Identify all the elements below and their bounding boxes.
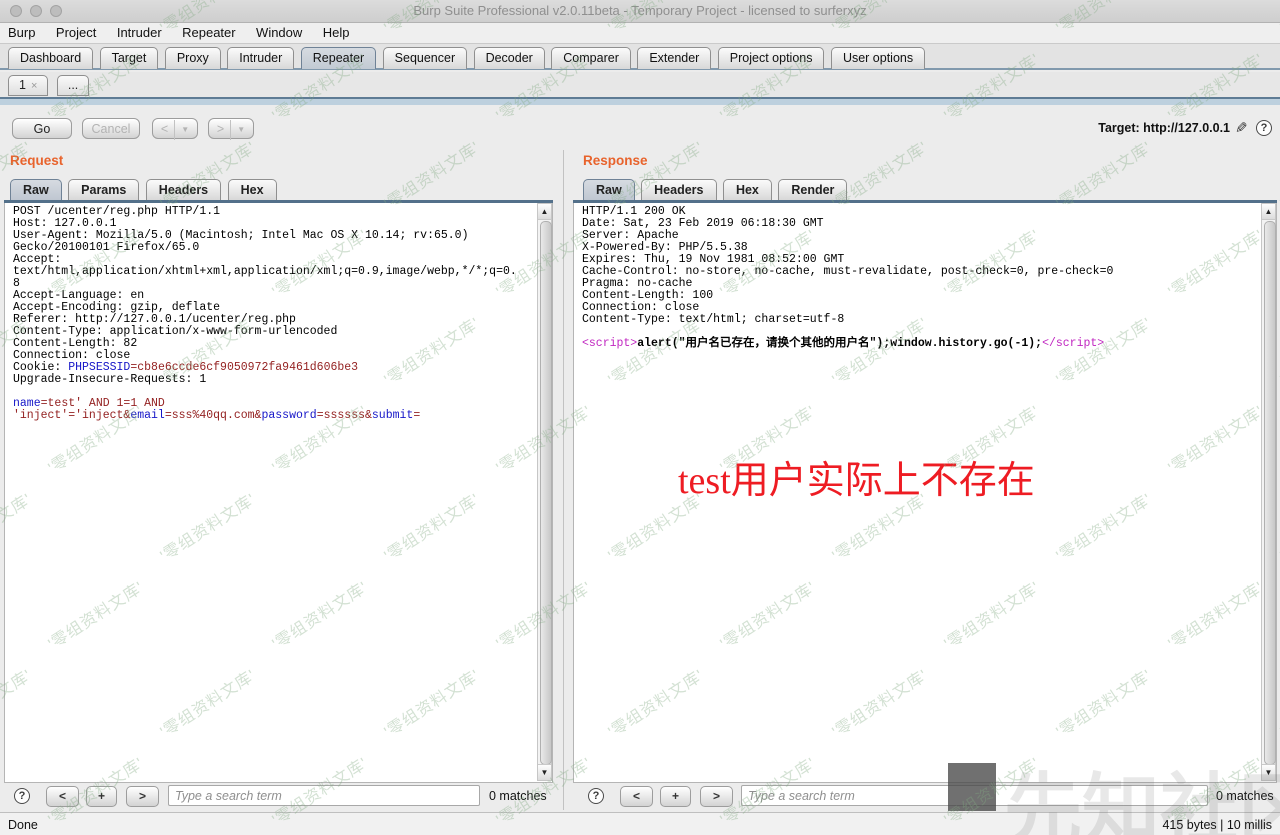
status-done: Done (8, 818, 38, 832)
help-icon[interactable]: ? (1256, 120, 1272, 136)
caret-down-icon[interactable]: ▼ (230, 120, 245, 140)
status-metrics: 415 bytes | 10 millis (1162, 818, 1272, 832)
request-search-matches: 0 matches (489, 789, 547, 803)
repeater-tab-1[interactable]: 1× (8, 75, 48, 96)
response-search-input[interactable] (741, 785, 1208, 806)
close-tab-icon[interactable]: × (31, 80, 37, 92)
menu-burp[interactable]: Burp (0, 23, 43, 40)
tab-decoder[interactable]: Decoder (474, 47, 545, 69)
response-panel-title: Response (583, 153, 648, 168)
main-tab-bar: Dashboard Target Proxy Intruder Repeater… (0, 44, 1280, 70)
response-tab-raw[interactable]: Raw (583, 179, 635, 200)
response-tab-render[interactable]: Render (778, 179, 847, 200)
tab-extender[interactable]: Extender (637, 47, 711, 69)
window-titlebar: Burp Suite Professional v2.0.11beta - Te… (0, 0, 1280, 23)
response-search-matches: 0 matches (1216, 789, 1274, 803)
request-tab-params[interactable]: Params (68, 179, 139, 200)
scroll-down-icon[interactable]: ▼ (538, 764, 551, 780)
repeater-tab-1-label: 1 (19, 78, 26, 92)
response-scrollbar[interactable]: ▲ ▼ (1261, 203, 1276, 781)
go-button[interactable]: Go (12, 118, 72, 139)
repeater-tab-bar: 1× ... (0, 72, 1280, 97)
history-forward-button[interactable]: >▼ (208, 118, 254, 139)
cancel-button[interactable]: Cancel (82, 118, 140, 139)
response-search-add-button[interactable]: + (660, 786, 691, 807)
request-editor-tabs: Raw Params Headers Hex (10, 176, 279, 200)
tab-comparer[interactable]: Comparer (551, 47, 631, 69)
response-tab-hex[interactable]: Hex (723, 179, 772, 200)
response-tab-headers[interactable]: Headers (641, 179, 716, 200)
scroll-up-icon[interactable]: ▲ (538, 204, 551, 220)
burp-suite-window: Burp Suite Professional v2.0.11beta - Te… (0, 0, 1280, 835)
target-value: http://127.0.0.1 (1143, 121, 1230, 135)
request-tab-raw[interactable]: Raw (10, 179, 62, 200)
target-row: Target: http://127.0.0.1 (1098, 121, 1230, 135)
annotation-text: test用户实际上不存在 (678, 449, 1035, 504)
request-search-next-button[interactable]: > (126, 786, 159, 807)
caret-down-icon[interactable]: ▼ (174, 120, 189, 140)
http-request-text: POST /ucenter/reg.php HTTP/1.1Host: 127.… (13, 206, 532, 422)
menu-intruder[interactable]: Intruder (109, 23, 170, 40)
request-tab-headers[interactable]: Headers (146, 179, 221, 200)
window-title: Burp Suite Professional v2.0.11beta - Te… (0, 3, 1280, 18)
scroll-down-icon[interactable]: ▼ (1262, 764, 1275, 780)
http-response-text: HTTP/1.1 200 OKDate: Sat, 23 Feb 2019 06… (582, 206, 1256, 350)
repeater-tab-band (0, 97, 1280, 105)
search-help-icon[interactable]: ? (588, 788, 604, 804)
menu-window[interactable]: Window (248, 23, 310, 40)
target-label: Target: (1098, 121, 1139, 135)
back-arrow-icon: < (161, 122, 168, 136)
tab-intruder[interactable]: Intruder (227, 47, 294, 69)
menu-bar: Burp Project Intruder Repeater Window He… (0, 23, 1280, 44)
edit-target-icon[interactable]: ✎ (1235, 119, 1248, 137)
tab-dashboard[interactable]: Dashboard (8, 47, 93, 69)
status-bar: Done 415 bytes | 10 millis (0, 812, 1280, 835)
request-scrollbar-thumb[interactable] (540, 221, 552, 765)
request-search-prev-button[interactable]: < (46, 786, 79, 807)
response-search-next-button[interactable]: > (700, 786, 733, 807)
tab-repeater[interactable]: Repeater (301, 47, 376, 69)
response-editor[interactable]: HTTP/1.1 200 OKDate: Sat, 23 Feb 2019 06… (573, 203, 1277, 783)
forward-arrow-icon: > (217, 122, 224, 136)
request-tab-hex[interactable]: Hex (228, 179, 277, 200)
panel-divider[interactable] (563, 150, 564, 810)
repeater-tab-new[interactable]: ... (57, 75, 89, 96)
tab-user-options[interactable]: User options (831, 47, 925, 69)
menu-repeater[interactable]: Repeater (174, 23, 243, 40)
response-search-prev-button[interactable]: < (620, 786, 653, 807)
tab-proxy[interactable]: Proxy (165, 47, 221, 69)
request-search-add-button[interactable]: + (86, 786, 117, 807)
request-panel-title: Request (10, 153, 63, 168)
request-editor[interactable]: POST /ucenter/reg.php HTTP/1.1Host: 127.… (4, 203, 553, 783)
tab-project-options[interactable]: Project options (718, 47, 825, 69)
menu-help[interactable]: Help (315, 23, 358, 40)
tab-target[interactable]: Target (100, 47, 159, 69)
history-back-button[interactable]: <▼ (152, 118, 198, 139)
request-scrollbar[interactable]: ▲ ▼ (537, 203, 552, 781)
response-editor-tabs: Raw Headers Hex Render (583, 176, 849, 200)
request-search-input[interactable] (168, 785, 480, 806)
tab-sequencer[interactable]: Sequencer (383, 47, 467, 69)
search-help-icon[interactable]: ? (14, 788, 30, 804)
menu-project[interactable]: Project (48, 23, 104, 40)
scroll-up-icon[interactable]: ▲ (1262, 204, 1275, 220)
response-scrollbar-thumb[interactable] (1264, 221, 1276, 765)
